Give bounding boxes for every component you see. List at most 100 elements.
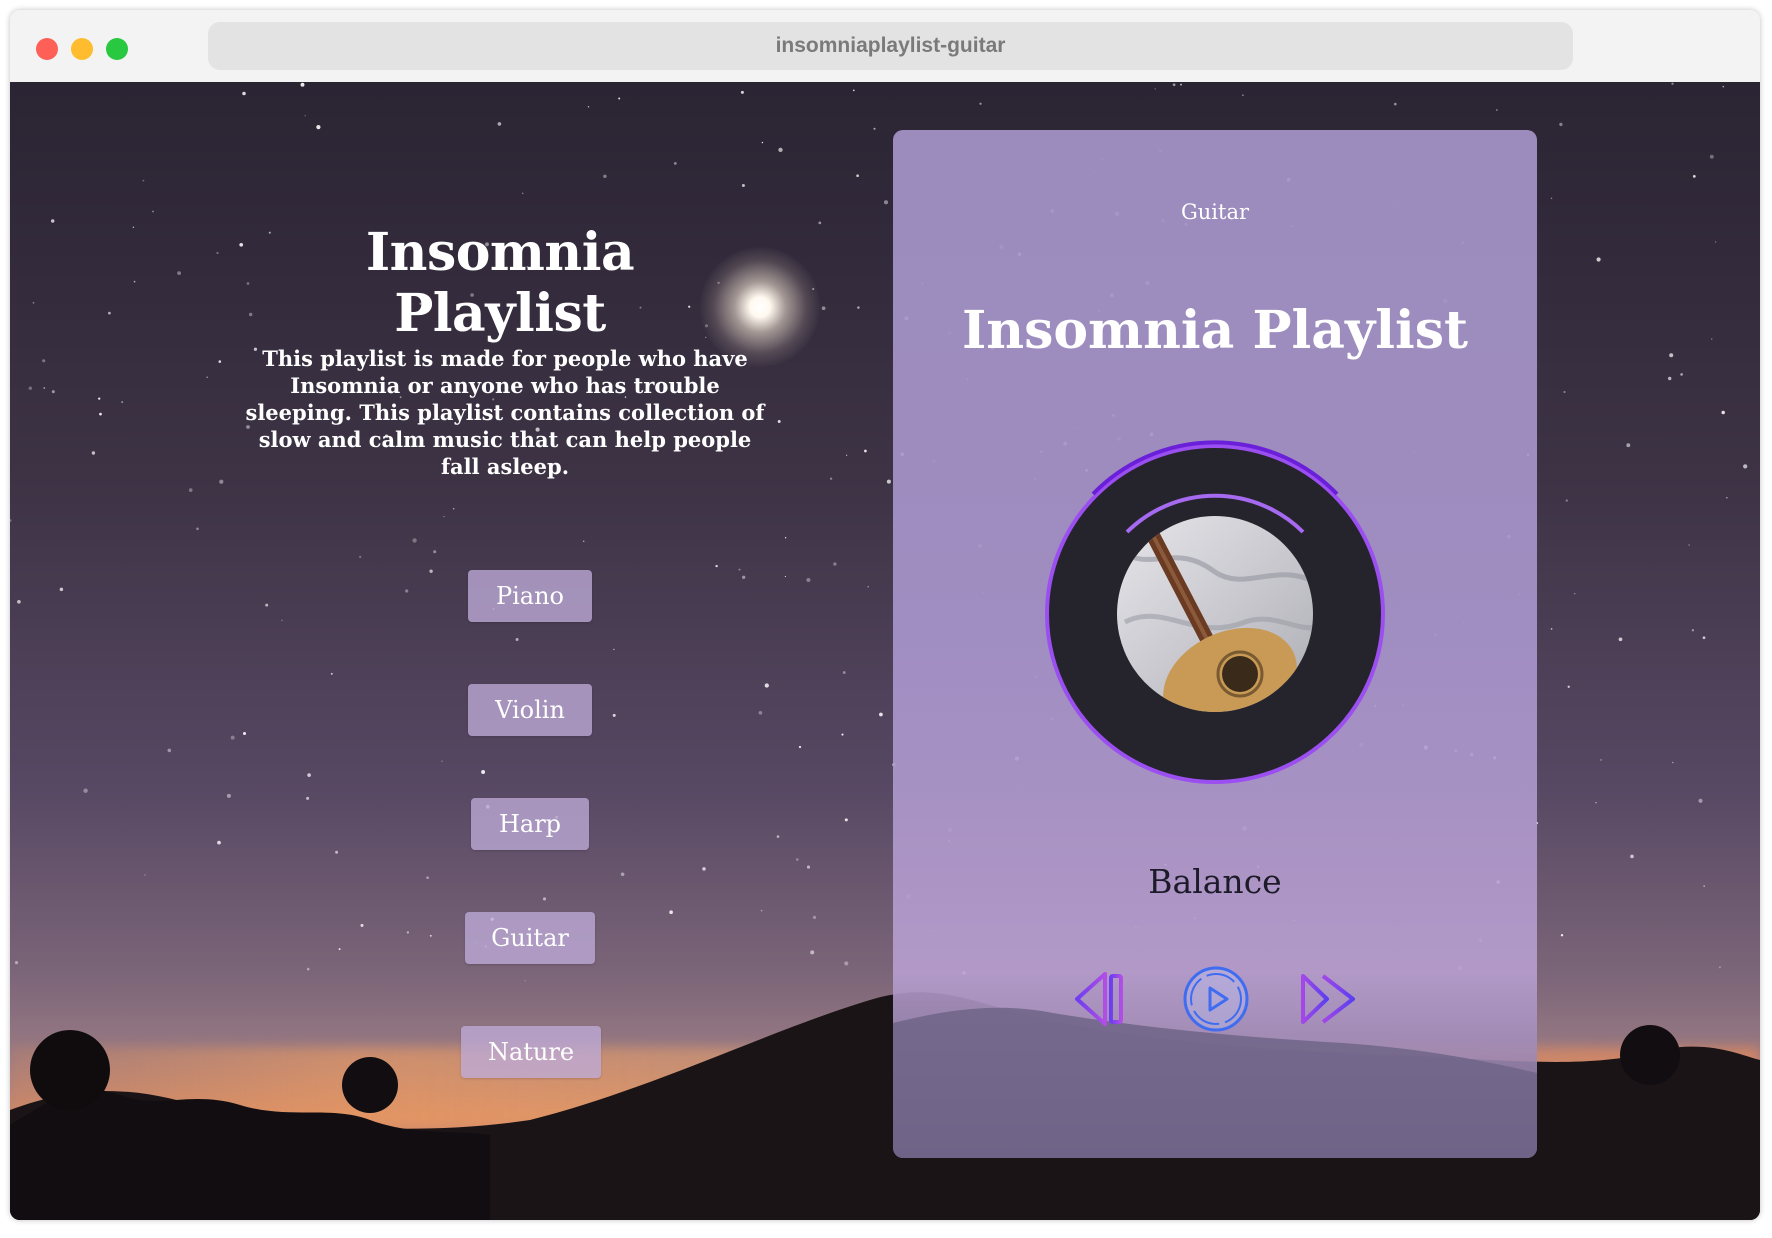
star bbox=[829, 477, 833, 480]
star bbox=[43, 387, 46, 389]
star bbox=[764, 683, 769, 688]
star bbox=[776, 835, 780, 838]
star bbox=[249, 312, 253, 317]
player-title: Insomnia Playlist bbox=[961, 300, 1469, 361]
star bbox=[778, 147, 783, 153]
star bbox=[613, 648, 615, 651]
star bbox=[857, 306, 860, 309]
star bbox=[1709, 154, 1714, 159]
star bbox=[702, 867, 706, 871]
star bbox=[405, 589, 409, 593]
player-card: Guitar Insomnia Playlist Balance bbox=[893, 130, 1537, 1158]
category-piano-button[interactable]: Piano bbox=[468, 570, 592, 622]
star bbox=[306, 796, 310, 800]
star bbox=[1671, 82, 1674, 85]
star bbox=[1726, 497, 1728, 499]
star bbox=[42, 359, 46, 363]
browser-window: insomniaplaylist-guitar Insomnia Playlis… bbox=[10, 10, 1760, 1220]
star bbox=[760, 909, 763, 912]
star bbox=[121, 401, 124, 404]
star bbox=[821, 306, 826, 311]
star bbox=[133, 280, 136, 283]
star bbox=[833, 562, 837, 566]
star bbox=[481, 770, 486, 774]
maximize-window-button[interactable] bbox=[106, 38, 128, 60]
minimize-window-button[interactable] bbox=[71, 38, 93, 60]
star bbox=[784, 575, 787, 578]
star bbox=[406, 931, 410, 934]
star bbox=[265, 603, 269, 607]
star bbox=[132, 226, 135, 229]
star bbox=[844, 818, 848, 822]
skip-next-icon[interactable] bbox=[1297, 970, 1359, 1028]
star bbox=[206, 376, 208, 379]
category-nature-button[interactable]: Nature bbox=[461, 1026, 601, 1078]
category-harp-button[interactable]: Harp bbox=[471, 798, 589, 850]
star bbox=[51, 390, 55, 394]
star bbox=[1710, 338, 1713, 340]
star bbox=[741, 183, 745, 188]
star bbox=[1600, 759, 1602, 761]
album-disc bbox=[1045, 440, 1385, 784]
star bbox=[738, 568, 741, 571]
star bbox=[521, 192, 524, 195]
star bbox=[218, 360, 222, 363]
star bbox=[10, 519, 12, 522]
star bbox=[433, 550, 437, 554]
star bbox=[28, 386, 33, 390]
star bbox=[842, 671, 846, 674]
star bbox=[443, 515, 445, 518]
star bbox=[239, 242, 244, 247]
star bbox=[304, 114, 306, 117]
star bbox=[841, 733, 844, 736]
star bbox=[108, 311, 111, 315]
star bbox=[429, 569, 433, 573]
address-bar[interactable]: insomniaplaylist-guitar bbox=[208, 22, 1573, 70]
star bbox=[246, 282, 250, 285]
star bbox=[268, 231, 271, 234]
star bbox=[979, 102, 982, 105]
star bbox=[330, 672, 333, 675]
browser-titlebar: insomniaplaylist-guitar bbox=[10, 10, 1760, 82]
star bbox=[742, 575, 746, 579]
star bbox=[715, 564, 718, 568]
star bbox=[1691, 629, 1695, 632]
star bbox=[603, 174, 607, 178]
star bbox=[1560, 933, 1564, 937]
skip-previous-icon[interactable] bbox=[1073, 970, 1127, 1028]
play-icon[interactable] bbox=[1181, 964, 1251, 1034]
category-violin-button[interactable]: Violin bbox=[468, 684, 592, 736]
star bbox=[806, 577, 811, 583]
star bbox=[188, 488, 193, 492]
close-window-button[interactable] bbox=[36, 38, 58, 60]
star bbox=[673, 161, 677, 165]
star bbox=[99, 412, 102, 416]
star bbox=[1688, 544, 1690, 546]
star bbox=[1154, 88, 1156, 90]
star bbox=[1550, 628, 1553, 630]
star bbox=[818, 221, 822, 225]
category-guitar-button[interactable]: Guitar bbox=[465, 912, 595, 964]
star bbox=[795, 858, 799, 861]
star bbox=[338, 948, 341, 951]
player-category-label: Guitar bbox=[1180, 200, 1249, 224]
star bbox=[1698, 798, 1703, 803]
star bbox=[845, 454, 848, 456]
track-title: Balance bbox=[1148, 862, 1282, 901]
star bbox=[879, 712, 883, 717]
star bbox=[316, 125, 321, 130]
star bbox=[1722, 85, 1725, 88]
star bbox=[1559, 122, 1563, 127]
star bbox=[1618, 637, 1623, 642]
star bbox=[812, 915, 817, 920]
star bbox=[612, 713, 616, 717]
star bbox=[98, 397, 101, 400]
star bbox=[886, 479, 891, 484]
star bbox=[1703, 885, 1706, 888]
star bbox=[242, 91, 246, 96]
star bbox=[1496, 109, 1498, 111]
star bbox=[582, 540, 585, 543]
star bbox=[1172, 83, 1176, 87]
star bbox=[1180, 83, 1182, 86]
star bbox=[177, 271, 181, 275]
